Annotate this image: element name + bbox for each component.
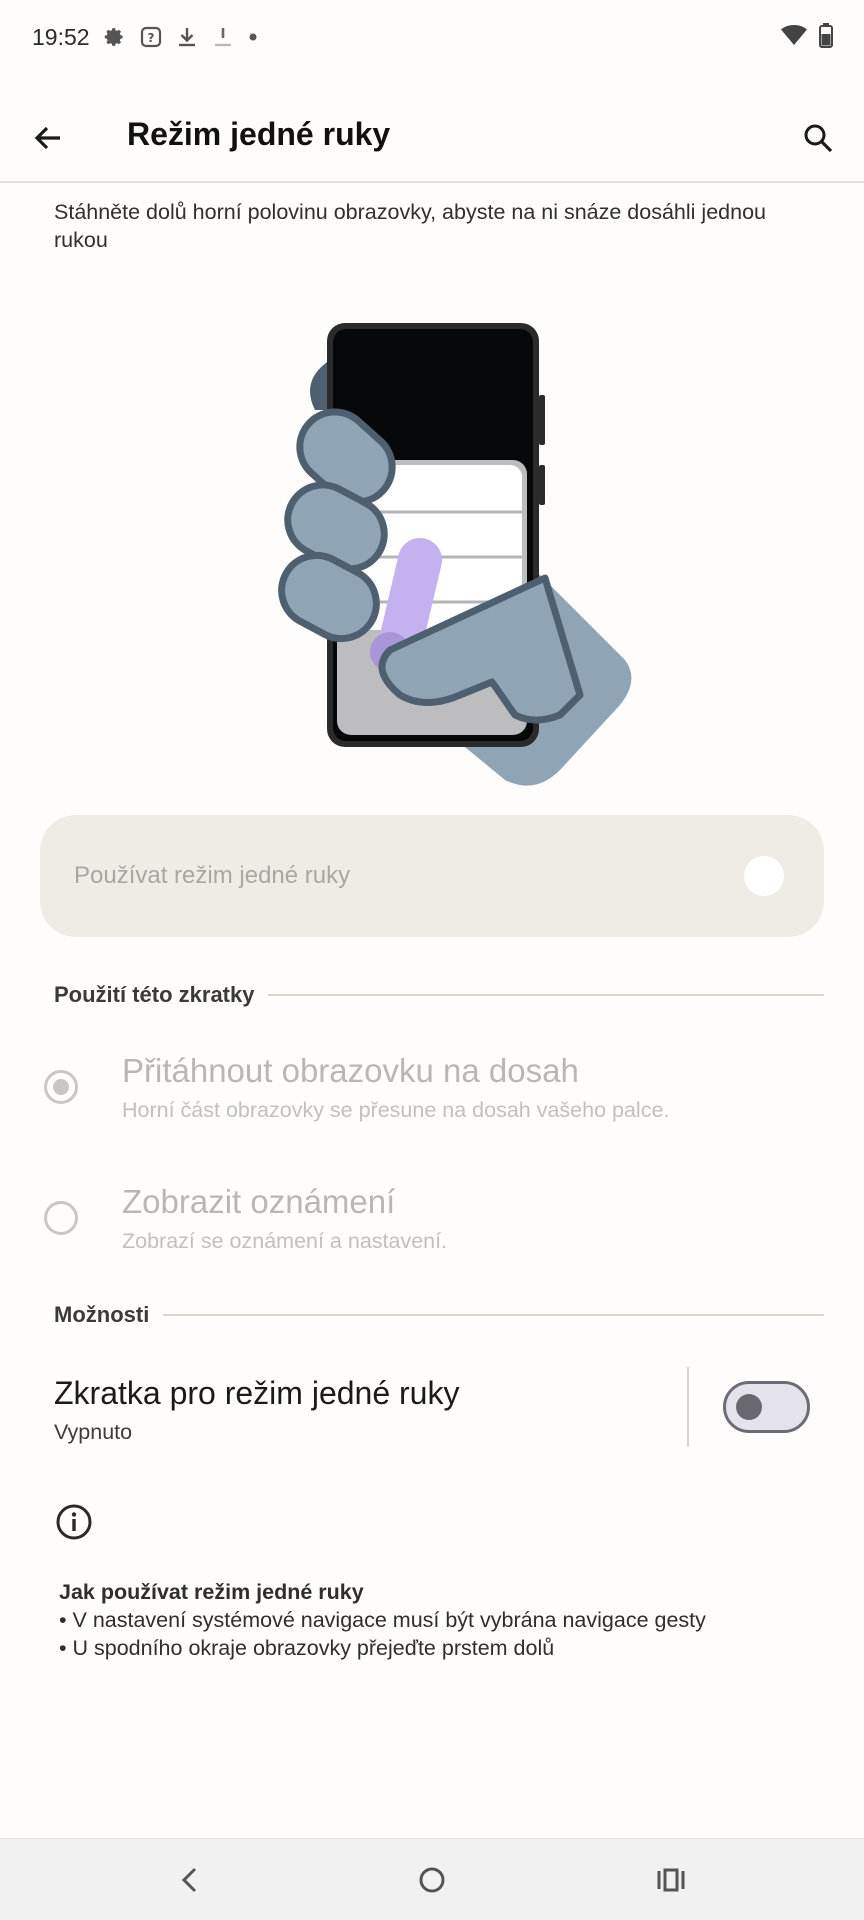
info-item: • V nastavení systémové navigace musí bý… [59, 1608, 706, 1632]
status-right [780, 22, 834, 53]
nav-recents-button[interactable] [644, 1853, 698, 1907]
radio-option-pull-screen[interactable]: Přitáhnout obrazovku na dosah Horní část… [40, 1042, 830, 1132]
section-title: Použití této zkratky [54, 982, 255, 1007]
info-icon [56, 1504, 92, 1540]
status-time: 19:52 [32, 23, 90, 50]
settings-gear-icon [102, 25, 126, 49]
help-box-icon: ? [140, 26, 162, 48]
arrow-left-icon [34, 126, 60, 150]
section-divider [268, 994, 824, 996]
dot-icon [248, 32, 258, 42]
section-title: Možnosti [54, 1302, 150, 1327]
radio-option-subtitle: Zobrazí se oznámení a nastavení. [122, 1229, 448, 1253]
one-handed-illustration [278, 323, 632, 786]
master-switch-thumb[interactable] [744, 856, 784, 896]
status-icons: ? [102, 25, 258, 49]
page-title: Režim jedné ruky [127, 116, 391, 152]
status-bar: 19:52 ? [0, 0, 864, 74]
shortcut-toggle-thumb [736, 1394, 762, 1420]
battery-icon [818, 22, 834, 53]
radio-option-title: Přitáhnout obrazovku na dosah [122, 1052, 579, 1089]
description-text: Stáhněte dolů horní polovinu obrazovky, … [54, 200, 766, 252]
nav-back-icon [181, 1867, 197, 1893]
section-divider [163, 1314, 824, 1316]
shortcut-status: Vypnuto [54, 1420, 133, 1444]
radio-button[interactable] [44, 1201, 78, 1235]
options-section-header: Možnosti [54, 1302, 824, 1328]
search-button[interactable] [792, 112, 844, 164]
svg-text:?: ? [147, 31, 154, 45]
nav-home-button[interactable] [405, 1853, 459, 1907]
back-button[interactable] [22, 112, 74, 164]
nav-home-icon [419, 1867, 445, 1893]
one-handed-shortcut-setting[interactable]: Zkratka pro režim jedné ruky Vypnuto [0, 1360, 864, 1460]
shortcut-title: Zkratka pro režim jedné ruky [54, 1375, 460, 1411]
radio-option-subtitle: Horní část obrazovky se přesune na dosah… [122, 1098, 670, 1122]
master-switch-label: Používat režim jedné ruky [74, 862, 351, 889]
wifi-icon [780, 23, 808, 52]
info-block: Jak používat režim jedné ruky • V nastav… [59, 1578, 819, 1662]
info-item: • U spodního okraje obrazovky přejeďte p… [59, 1636, 555, 1660]
radio-option-title: Zobrazit oznámení [122, 1183, 396, 1220]
use-one-handed-mode-switch[interactable]: Používat režim jedné ruky [40, 815, 824, 937]
info-heading: Jak používat režim jedné ruky [59, 1580, 364, 1604]
download-icon [176, 26, 198, 48]
app-bar: Režim jedné ruky [0, 96, 864, 180]
app-bar-divider [0, 181, 864, 183]
shortcut-toggle[interactable] [723, 1381, 810, 1433]
radio-option-show-notifications[interactable]: Zobrazit oznámení Zobrazí se oznámení a … [40, 1173, 830, 1263]
download-faded-icon [212, 26, 234, 48]
nav-recents-icon [657, 1868, 685, 1892]
nav-back-button[interactable] [164, 1853, 218, 1907]
radio-button[interactable] [44, 1070, 78, 1104]
system-nav-bar [0, 1838, 864, 1920]
shortcut-vertical-divider [687, 1367, 689, 1447]
search-icon [804, 124, 833, 153]
shortcut-usage-section-header: Použití této zkratky [54, 982, 824, 1008]
